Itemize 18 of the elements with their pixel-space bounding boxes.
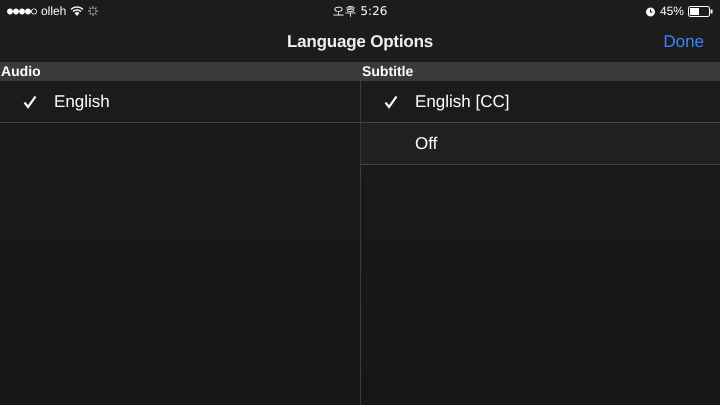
checkmark-icon (23, 94, 37, 108)
alarm-icon (644, 6, 656, 16)
done-button[interactable]: Done (663, 32, 704, 52)
section-header: Audio (0, 62, 360, 81)
option-label: English [CC] (415, 92, 510, 112)
option-label: Off (415, 134, 438, 154)
status-time: 오후 5:26 (332, 2, 388, 20)
battery-icon (688, 6, 713, 16)
nav-title: Language Options (286, 32, 434, 52)
option-row[interactable]: Off (361, 123, 720, 165)
wifi-icon (70, 6, 84, 16)
option-label: English (54, 92, 110, 112)
carrier-name: olleh (41, 4, 66, 18)
checkmark-icon (384, 94, 398, 108)
signal-icon (7, 8, 37, 14)
spinner-icon (88, 6, 98, 16)
battery-percent: 45% (660, 4, 684, 18)
section-header: Subtitle (361, 62, 720, 81)
